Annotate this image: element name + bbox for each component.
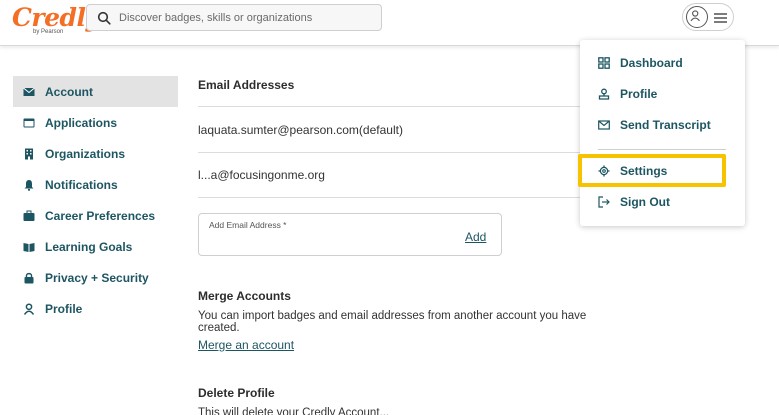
search-icon xyxy=(97,11,111,25)
sidebar-item-account[interactable]: Account xyxy=(13,76,178,107)
sidebar-item-label: Profile xyxy=(45,301,83,316)
sidebar-item-privacy-security[interactable]: Privacy + Security xyxy=(13,262,178,293)
menu-item-label: Dashboard xyxy=(620,56,683,70)
menu-item-send-transcript[interactable]: Send Transcript xyxy=(598,115,711,135)
sidebar-item-label: Notifications xyxy=(45,177,118,192)
sidebar-item-learning-goals[interactable]: Learning Goals xyxy=(13,231,178,262)
grid-icon xyxy=(598,57,610,69)
envelope-icon xyxy=(23,86,35,98)
sidebar-item-label: Career Preferences xyxy=(45,208,156,223)
menu-divider xyxy=(598,149,726,150)
sidebar-item-label: Organizations xyxy=(45,146,126,161)
sidebar-item-label: Learning Goals xyxy=(45,239,133,254)
gear-icon xyxy=(598,165,610,177)
sidebar-item-label: Account xyxy=(45,84,93,99)
email-address: laquata.sumter@pearson.com(default) xyxy=(198,122,403,137)
lock-icon xyxy=(23,272,35,284)
user-menu-button[interactable] xyxy=(682,3,734,31)
sidebar-item-profile[interactable]: Profile xyxy=(13,293,178,324)
search-input[interactable] xyxy=(119,8,374,27)
user-dropdown-menu: Dashboard Profile Send Transcript Settin… xyxy=(580,40,745,226)
add-email-link[interactable]: Add xyxy=(465,230,486,244)
menu-item-label: Settings xyxy=(620,164,668,178)
sidebar-item-applications[interactable]: Applications xyxy=(13,107,178,138)
bell-icon xyxy=(23,179,35,191)
credly-logo[interactable]: Credly by Pearson xyxy=(12,3,100,39)
sidebar-item-career-preferences[interactable]: Career Preferences xyxy=(13,200,178,231)
sidebar-item-organizations[interactable]: Organizations xyxy=(13,138,178,169)
profile-badge-icon xyxy=(598,88,610,100)
sign-out-icon xyxy=(598,196,610,208)
menu-item-label: Send Transcript xyxy=(620,118,711,132)
menu-item-profile[interactable]: Profile xyxy=(598,84,657,104)
sidebar-item-label: Privacy + Security xyxy=(45,270,149,285)
person-icon xyxy=(23,302,35,315)
menu-item-label: Sign Out xyxy=(620,195,670,209)
logo-byline: by Pearson xyxy=(33,29,64,35)
email-row-secondary: l...a@focusingonme.org xyxy=(198,152,618,198)
settings-sidebar: Account Applications Organizations Notif… xyxy=(13,76,178,324)
book-icon xyxy=(23,241,35,253)
merge-account-link[interactable]: Merge an account xyxy=(198,338,294,352)
window-icon xyxy=(23,117,35,129)
delete-profile-heading: Delete Profile xyxy=(198,386,275,400)
sidebar-item-label: Applications xyxy=(45,115,118,130)
email-row-default: laquata.sumter@pearson.com(default) xyxy=(198,106,618,152)
merge-accounts-heading: Merge Accounts xyxy=(198,289,291,303)
user-icon xyxy=(686,6,708,28)
menu-item-dashboard[interactable]: Dashboard xyxy=(598,53,683,73)
sidebar-item-notifications[interactable]: Notifications xyxy=(13,169,178,200)
menu-item-label: Profile xyxy=(620,87,658,101)
merge-accounts-description: You can import badges and email addresse… xyxy=(198,310,587,334)
search-box[interactable] xyxy=(86,4,382,31)
add-email-field[interactable]: Add Email Address * Add xyxy=(198,213,502,256)
briefcase-icon xyxy=(23,210,35,222)
envelope-icon xyxy=(598,119,610,131)
add-email-label: Add Email Address * xyxy=(209,220,287,230)
building-icon xyxy=(23,148,35,160)
email-address: l...a@focusingonme.org xyxy=(198,168,325,182)
delete-profile-description: This will delete your Credly Account... xyxy=(198,407,390,415)
hamburger-icon xyxy=(714,11,727,23)
menu-item-settings[interactable]: Settings xyxy=(598,161,667,181)
menu-item-sign-out[interactable]: Sign Out xyxy=(598,192,670,212)
email-addresses-heading: Email Addresses xyxy=(198,78,295,92)
